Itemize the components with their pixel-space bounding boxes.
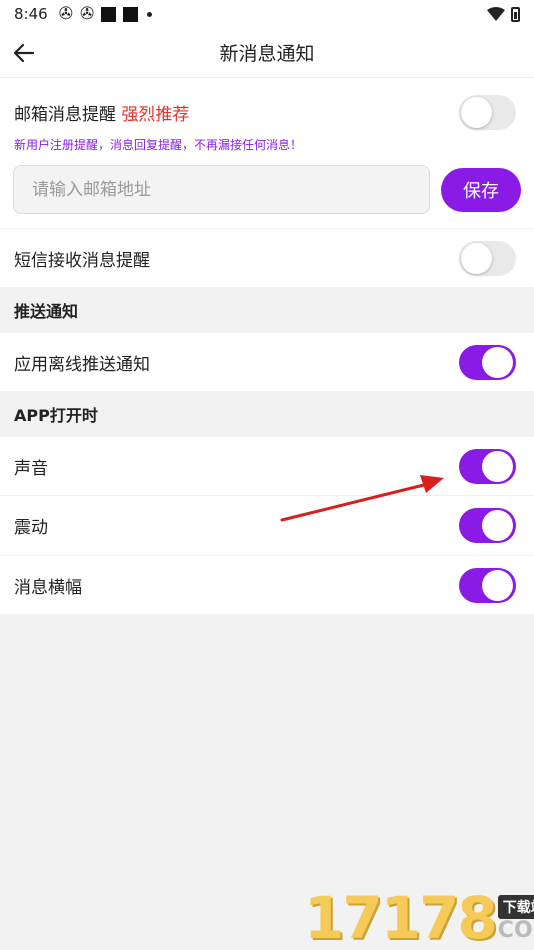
vibrate-row: 震动	[0, 496, 534, 555]
watermark-digits: 17178	[304, 884, 498, 950]
back-button[interactable]	[0, 28, 48, 78]
banner-row: 消息横幅	[0, 556, 534, 614]
banner-toggle[interactable]	[459, 567, 516, 603]
sound-toggle[interactable]	[459, 448, 516, 484]
email-hint: 新用户注册提醒，消息回复提醒，不再漏接任何消息！	[14, 138, 303, 152]
sms-reminder-label: 短信接收消息提醒	[14, 250, 150, 271]
offline-push-label: 应用离线推送通知	[14, 354, 150, 375]
toggle-knob	[482, 510, 513, 541]
header: 新消息通知	[0, 28, 534, 78]
sound-row: 声音	[0, 437, 534, 495]
toggle-knob	[461, 96, 492, 128]
status-bar: 8:46 ✇ ✇	[0, 0, 534, 28]
watermark-side: 下载站 COM	[497, 895, 534, 943]
status-right	[487, 6, 520, 22]
email-reminder-text: 邮箱消息提醒	[14, 104, 116, 125]
toggle-knob	[482, 346, 513, 378]
page-title: 新消息通知	[219, 43, 315, 65]
email-reminder-label: 邮箱消息提醒 强烈推荐	[14, 100, 189, 125]
vibrate-toggle[interactable]	[459, 508, 516, 543]
offline-push-row: 应用离线推送通知	[0, 333, 534, 391]
arrow-left-icon	[13, 43, 35, 62]
banner-label: 消息横幅	[14, 577, 82, 598]
more-notifications-icon	[147, 11, 153, 17]
sync-icon-2: ✇	[79, 3, 95, 24]
toggle-knob	[461, 242, 492, 274]
email-card: 邮箱消息提醒 强烈推荐 新用户注册提醒，消息回复提醒，不再漏接任何消息！ 保存	[0, 78, 534, 228]
notification-icon	[101, 6, 117, 22]
watermark-tag: 下载站	[497, 895, 534, 919]
battery-icon	[511, 6, 520, 22]
status-time: 8:46	[14, 5, 48, 23]
toggle-knob	[482, 450, 513, 482]
email-input-area: 保存	[0, 165, 534, 214]
toggle-knob	[482, 569, 513, 601]
watermark-suffix: COM	[497, 918, 534, 943]
wifi-icon	[487, 7, 505, 21]
email-reminder-row: 邮箱消息提醒 强烈推荐	[0, 78, 534, 144]
recommend-badge: 强烈推荐	[121, 104, 190, 125]
push-section-header: 推送通知	[0, 287, 534, 333]
email-reminder-toggle[interactable]	[459, 94, 516, 130]
sms-reminder-toggle[interactable]	[459, 240, 516, 276]
watermark-logo: 17178 下载站 COM	[304, 884, 534, 950]
offline-push-toggle[interactable]	[459, 344, 516, 380]
notification-icon-2	[123, 6, 139, 22]
save-button[interactable]: 保存	[441, 167, 521, 212]
status-left: 8:46 ✇ ✇	[14, 3, 153, 24]
sound-label: 声音	[14, 458, 48, 479]
sync-icon: ✇	[58, 3, 73, 24]
vibrate-label: 震动	[14, 518, 48, 538]
sms-reminder-row: 短信接收消息提醒	[0, 229, 534, 287]
app-open-section-header: APP打开时	[0, 391, 534, 437]
email-input[interactable]	[13, 165, 430, 214]
